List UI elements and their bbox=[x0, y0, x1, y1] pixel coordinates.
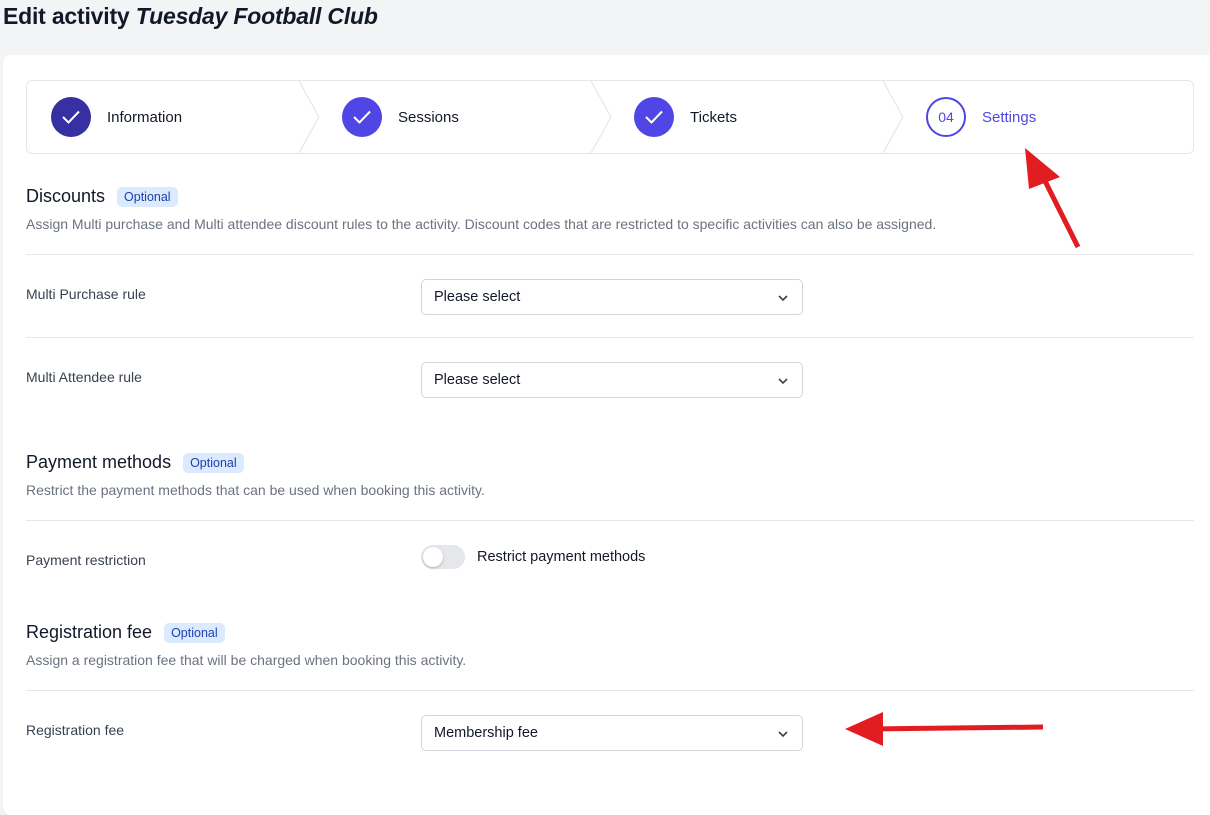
payment-methods-header: Payment methods Optional bbox=[26, 452, 244, 473]
step-information[interactable]: Information bbox=[51, 81, 182, 153]
step-settings[interactable]: 04 Settings bbox=[926, 81, 1036, 153]
wizard-stepper: Information Sessions Tickets 04 Settings bbox=[26, 80, 1194, 154]
step-separator-icon bbox=[883, 81, 904, 153]
step-tickets[interactable]: Tickets bbox=[634, 81, 737, 153]
page-title-activity-name: Tuesday Football Club bbox=[135, 3, 378, 29]
select-value: Membership fee bbox=[434, 725, 538, 741]
toggle-label: Restrict payment methods bbox=[477, 549, 646, 565]
chevron-down-icon bbox=[778, 731, 788, 738]
page-title: Edit activity Tuesday Football Club bbox=[3, 3, 378, 30]
registration-fee-header: Registration fee Optional bbox=[26, 622, 225, 643]
toggle-knob bbox=[423, 547, 443, 567]
discounts-header: Discounts Optional bbox=[26, 186, 178, 207]
divider bbox=[26, 690, 1194, 691]
restrict-payment-methods-toggle[interactable] bbox=[421, 545, 465, 569]
section-description: Assign a registration fee that will be c… bbox=[26, 652, 467, 668]
optional-badge: Optional bbox=[183, 452, 244, 473]
step-label: Settings bbox=[982, 108, 1037, 126]
chevron-down-icon bbox=[778, 295, 788, 302]
divider bbox=[26, 520, 1194, 521]
section-description: Assign Multi purchase and Multi attendee… bbox=[26, 216, 937, 232]
registration-fee-label: Registration fee bbox=[26, 722, 125, 738]
annotation-arrow-icon bbox=[1025, 148, 1081, 249]
multi-attendee-rule-label: Multi Attendee rule bbox=[26, 369, 142, 385]
annotation-arrow-icon bbox=[845, 712, 1044, 746]
step-label: Information bbox=[107, 108, 183, 126]
step-sessions[interactable]: Sessions bbox=[342, 81, 459, 153]
section-title: Payment methods bbox=[26, 452, 172, 472]
registration-fee-select[interactable]: Membership fee bbox=[421, 715, 803, 751]
select-value: Please select bbox=[434, 372, 521, 388]
section-title: Registration fee bbox=[26, 622, 153, 642]
chevron-down-icon bbox=[778, 378, 788, 385]
optional-badge: Optional bbox=[164, 622, 225, 643]
payment-restriction-label: Payment restriction bbox=[26, 552, 146, 568]
optional-badge: Optional bbox=[117, 186, 178, 207]
step-complete-check-icon bbox=[342, 97, 382, 137]
multi-attendee-rule-select[interactable]: Please select bbox=[421, 362, 803, 398]
multi-purchase-rule-label: Multi Purchase rule bbox=[26, 286, 146, 302]
section-title: Discounts bbox=[26, 186, 106, 206]
step-complete-check-icon bbox=[634, 97, 674, 137]
step-number: 04 bbox=[926, 97, 966, 137]
multi-purchase-rule-select[interactable]: Please select bbox=[421, 279, 803, 315]
page-title-prefix: Edit activity bbox=[3, 3, 130, 29]
section-description: Restrict the payment methods that can be… bbox=[26, 482, 485, 498]
divider bbox=[26, 337, 1194, 338]
step-label: Tickets bbox=[690, 108, 737, 126]
step-separator-icon bbox=[299, 81, 320, 153]
restrict-payment-methods-toggle-row: Restrict payment methods bbox=[421, 545, 645, 569]
step-label: Sessions bbox=[398, 108, 459, 126]
step-separator-icon bbox=[591, 81, 612, 153]
select-value: Please select bbox=[434, 289, 521, 305]
step-complete-check-icon bbox=[51, 97, 91, 137]
